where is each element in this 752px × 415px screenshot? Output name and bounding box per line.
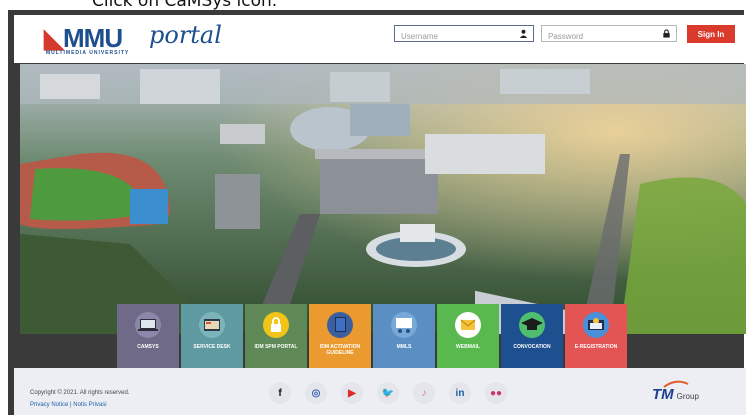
service-desk-icon xyxy=(199,312,225,338)
username-input[interactable] xyxy=(395,29,533,44)
password-field[interactable] xyxy=(541,25,677,44)
sign-in-button[interactable]: Sign In xyxy=(687,25,735,43)
user-icon xyxy=(519,29,528,38)
logo-subtitle: MULTIMEDIA UNIVERSITY xyxy=(46,50,130,56)
portal-footer: Copyright © 2021. All rights reserved. P… xyxy=(14,368,746,415)
graduation-cap-icon xyxy=(519,312,545,338)
logo-portal-text: portal xyxy=(149,21,222,49)
tile-label: MMLS xyxy=(396,344,412,350)
youtube-icon[interactable]: ▶ xyxy=(341,382,363,404)
tile-camsys[interactable]: CAMSYS xyxy=(117,304,179,368)
tile-label: CAMSYS xyxy=(137,344,159,350)
privacy-links[interactable]: Privacy Notice | Notis Privasi xyxy=(30,402,107,408)
tile-label: SERVICE DESK xyxy=(193,344,231,350)
tile-idm-spm-portal[interactable]: IDM SPM PORTAL xyxy=(245,304,307,368)
tile-idm-activation-guideline[interactable]: IDM ACTIVATION GUIDELINE xyxy=(309,304,371,368)
quick-access-tiles: CAMSYS SERVICE DESK IDM SPM PORTAL IDM A… xyxy=(117,304,629,368)
tile-label: CONVOCATION xyxy=(513,344,551,350)
instagram-icon[interactable]: ◎ xyxy=(305,382,327,404)
book-icon xyxy=(327,312,353,338)
mail-icon xyxy=(455,312,481,338)
username-field[interactable] xyxy=(394,25,534,44)
flickr-icon[interactable]: ●● xyxy=(485,382,507,404)
tile-convocation[interactable]: CONVOCATION xyxy=(501,304,563,368)
tile-label: IDM SPM PORTAL xyxy=(254,344,298,350)
linkedin-icon[interactable]: in xyxy=(449,382,471,404)
password-input[interactable] xyxy=(542,29,676,44)
classroom-icon xyxy=(391,312,417,338)
tile-label: IDM ACTIVATION GUIDELINE xyxy=(319,344,361,356)
portal-header: ◣MMU portal MULTIMEDIA UNIVERSITY Sign I… xyxy=(14,15,746,63)
facebook-icon[interactable]: f xyxy=(269,382,291,404)
tile-label: WEBMAIL xyxy=(456,344,480,350)
tile-webmail[interactable]: WEBMAIL xyxy=(437,304,499,368)
tile-label: E-REGISTRATION xyxy=(574,344,618,350)
campus-aerial-photo xyxy=(20,64,746,334)
tile-mmls[interactable]: MMLS xyxy=(373,304,435,368)
tile-service-desk[interactable]: SERVICE DESK xyxy=(181,304,243,368)
laptop-icon xyxy=(135,312,161,338)
social-links: f ◎ ▶ 🐦 ♪ in ●● xyxy=(269,382,507,404)
lock-icon xyxy=(263,312,289,338)
tiktok-icon[interactable]: ♪ xyxy=(413,382,435,404)
registration-icon xyxy=(583,312,609,338)
tile-e-registration[interactable]: E-REGISTRATION xyxy=(565,304,627,368)
tm-group-logo[interactable]: TM Group xyxy=(652,386,699,403)
copyright-text: Copyright © 2021. All rights reserved. xyxy=(30,390,130,396)
lock-icon xyxy=(663,29,670,38)
twitter-icon[interactable]: 🐦 xyxy=(377,382,399,404)
